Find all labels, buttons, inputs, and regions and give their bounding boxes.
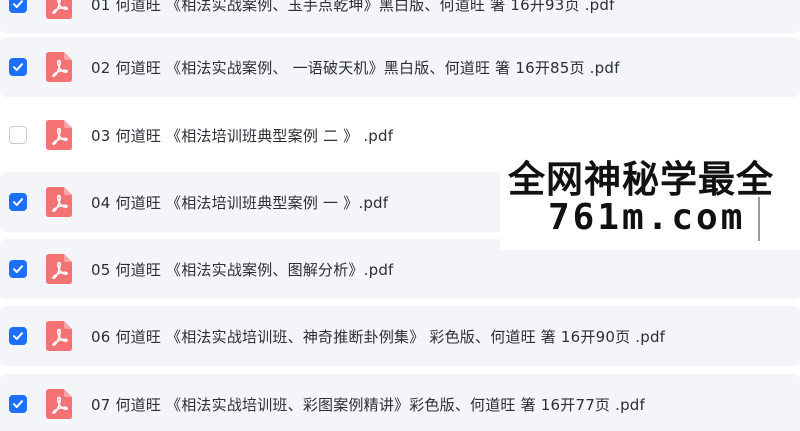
checkbox-checked-icon[interactable]: [9, 193, 27, 211]
file-name: 02 何道旺 《相法实战案例、 一语破天机》黑白版、何道旺 箸 16开85页 .…: [91, 58, 620, 77]
file-name: 07 何道旺 《相法实战培训班、彩图案例精讲》彩色版、何道旺 箸 16开77页 …: [91, 395, 645, 414]
watermark-title: 全网神秘学最全: [508, 158, 774, 201]
checkbox-unchecked-icon[interactable]: [9, 126, 27, 144]
pdf-file-icon: [46, 120, 72, 150]
watermark-overlay: 全网神秘学最全 761m.com: [500, 145, 800, 250]
checkbox-checked-icon[interactable]: [9, 260, 27, 278]
file-name: 05 何道旺 《相法实战案例、图解分析》.pdf: [91, 260, 394, 279]
file-name: 06 何道旺 《相法实战培训班、神奇推断卦例集》 彩色版、何道旺 箸 16开90…: [91, 327, 666, 346]
file-name: 03 何道旺 《相法培训班典型案例 二 》 .pdf: [91, 126, 394, 145]
file-name: 01 何道旺 《相法实战案例、玉手点乾坤》黑白版、何道旺 箸 16开93页 .p…: [91, 0, 615, 14]
pdf-file-icon: [46, 0, 72, 19]
file-row[interactable]: 02 何道旺 《相法实战案例、 一语破天机》黑白版、何道旺 箸 16开85页 .…: [0, 37, 800, 97]
checkbox-checked-icon[interactable]: [9, 58, 27, 76]
watermark-cursor-bar: [758, 197, 760, 241]
pdf-file-icon: [46, 389, 72, 419]
pdf-file-icon: [46, 187, 72, 217]
checkbox-checked-icon[interactable]: [9, 395, 27, 413]
pdf-file-icon: [46, 254, 72, 284]
checkbox-checked-icon[interactable]: [9, 327, 27, 345]
pdf-file-icon: [46, 321, 72, 351]
watermark-url: 761m.com: [548, 197, 746, 238]
pdf-file-icon: [46, 52, 72, 82]
file-row[interactable]: 06 何道旺 《相法实战培训班、神奇推断卦例集》 彩色版、何道旺 箸 16开90…: [0, 306, 800, 366]
file-row[interactable]: 01 何道旺 《相法实战案例、玉手点乾坤》黑白版、何道旺 箸 16开93页 .p…: [0, 0, 800, 34]
checkbox-checked-icon[interactable]: [9, 0, 27, 13]
file-row[interactable]: 07 何道旺 《相法实战培训班、彩图案例精讲》彩色版、何道旺 箸 16开77页 …: [0, 374, 800, 431]
file-name: 04 何道旺 《相法培训班典型案例 一 》.pdf: [91, 193, 389, 212]
file-list: 01 何道旺 《相法实战案例、玉手点乾坤》黑白版、何道旺 箸 16开93页 .p…: [0, 0, 800, 431]
